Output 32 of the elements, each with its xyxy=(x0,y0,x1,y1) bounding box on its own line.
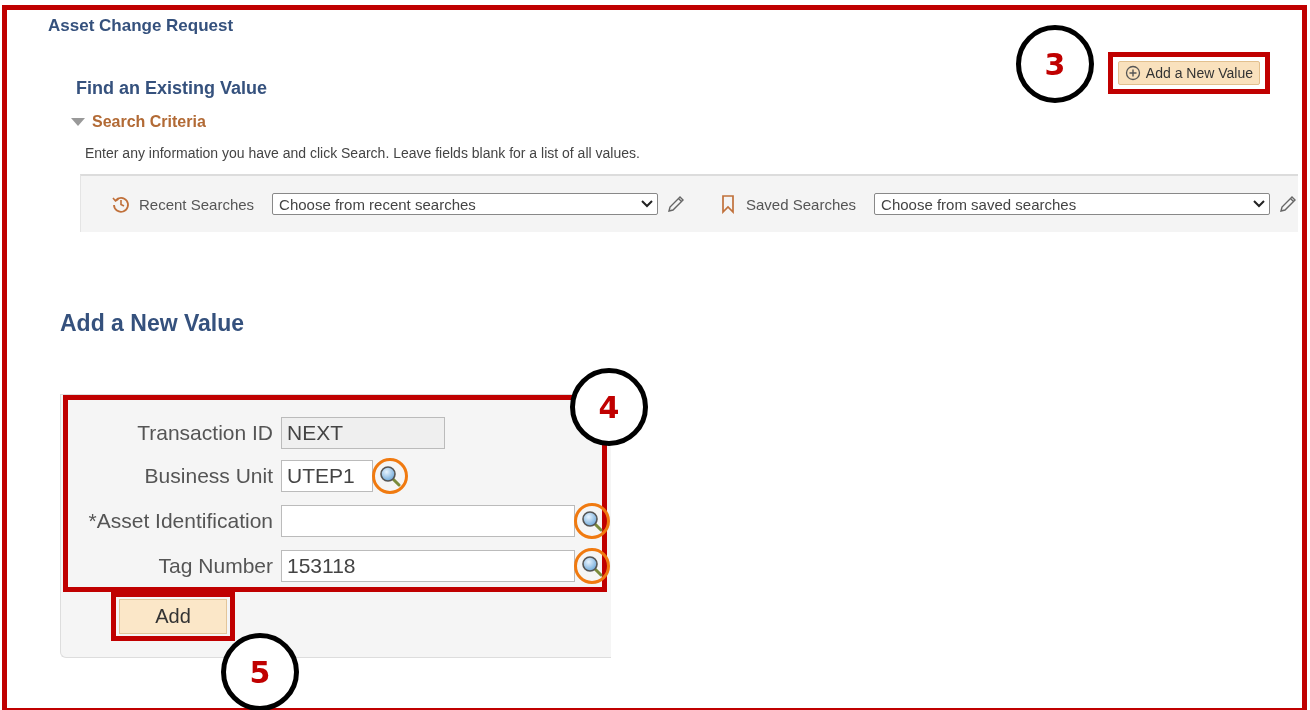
instruction-text: Enter any information you have and click Search. Leave fields blank for a list of all values. xyxy=(85,145,641,161)
field-label: Tag Number xyxy=(157,554,273,578)
input-field[interactable]: 153118 xyxy=(281,550,575,582)
section-heading: Find an Existing Value xyxy=(76,78,268,99)
lookup-search-icon[interactable] xyxy=(581,555,603,577)
lookup-search-icon[interactable] xyxy=(581,510,603,532)
pencil-icon[interactable] xyxy=(1278,194,1298,214)
collapse-triangle-icon[interactable] xyxy=(70,116,86,128)
chevron-down-icon xyxy=(641,200,653,208)
history-icon xyxy=(111,194,131,214)
step-number-callout: 5 xyxy=(221,633,299,710)
add-new-value-button[interactable]: Add a New Value xyxy=(1117,61,1260,85)
field-label: *Asset Identification xyxy=(87,509,273,533)
section-toggle-label[interactable]: Search Criteria xyxy=(92,113,206,131)
field-label: Transaction ID xyxy=(136,421,273,445)
lookup-search-icon[interactable] xyxy=(379,465,401,487)
field-label: Recent Searches xyxy=(139,195,255,213)
field-label: Business Unit xyxy=(143,464,273,488)
chevron-down-icon xyxy=(1253,200,1265,208)
pencil-icon[interactable] xyxy=(666,194,686,214)
recent-searches-dropdown[interactable]: Choose from recent searches xyxy=(272,193,658,215)
saved-searches-dropdown[interactable]: Choose from saved searches xyxy=(874,193,1270,215)
step-number-callout: 3 xyxy=(1015,25,1094,103)
input-field[interactable] xyxy=(281,505,575,537)
section-heading: Add a New Value xyxy=(60,310,246,337)
input-field: NEXT xyxy=(281,417,445,449)
input-field[interactable]: UTEP1 xyxy=(281,460,373,492)
step-number-callout: 4 xyxy=(570,368,648,446)
plus-icon xyxy=(1124,65,1141,81)
add-button[interactable]: Add xyxy=(119,599,227,634)
field-label: Saved Searches xyxy=(746,195,857,213)
page-title: Asset Change Request xyxy=(48,16,235,36)
